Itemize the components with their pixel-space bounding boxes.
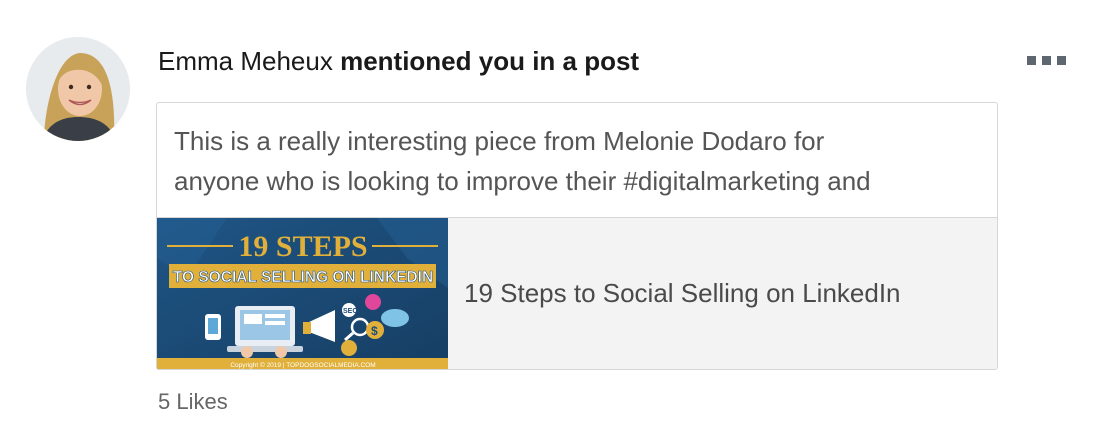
thumbnail-footer: Copyright © 2019 | TOPDOGSOCIALMEDIA.COM bbox=[230, 361, 375, 369]
more-horizontal-icon bbox=[1026, 55, 1036, 65]
more-options-button[interactable] bbox=[1018, 48, 1074, 72]
post-excerpt[interactable]: This is a really interesting piece from … bbox=[174, 121, 994, 201]
link-thumbnail: 19 STEPS TO SOCIAL SELLING ON LINKEDIN S… bbox=[157, 218, 448, 369]
article-thumbnail-image: 19 STEPS TO SOCIAL SELLING ON LINKEDIN S… bbox=[157, 218, 448, 369]
excerpt-line: This is a really interesting piece from … bbox=[174, 126, 825, 156]
shared-link-preview[interactable]: 19 STEPS TO SOCIAL SELLING ON LINKEDIN S… bbox=[157, 217, 997, 369]
profile-photo bbox=[26, 37, 130, 141]
thumbnail-headline: 19 STEPS bbox=[238, 230, 367, 263]
likes-count[interactable]: 5 Likes bbox=[158, 388, 228, 416]
notification-header: Emma Meheux mentioned you in a post bbox=[158, 44, 639, 78]
thumbnail-badge: SEO bbox=[343, 308, 358, 315]
link-title[interactable]: 19 Steps to Social Selling on LinkedIn bbox=[464, 276, 901, 310]
thumbnail-subheadline: TO SOCIAL SELLING ON LINKEDIN bbox=[173, 269, 433, 286]
excerpt-line: anyone who is looking to improve their #… bbox=[174, 166, 871, 196]
more-dot bbox=[1041, 55, 1051, 65]
avatar[interactable] bbox=[26, 37, 130, 141]
more-dot bbox=[1056, 55, 1066, 65]
actor-name[interactable]: Emma Meheux bbox=[158, 46, 333, 76]
post-preview-card[interactable]: This is a really interesting piece from … bbox=[156, 102, 998, 370]
notification-action: mentioned you in a post bbox=[340, 46, 640, 76]
svg-text:$: $ bbox=[371, 324, 378, 338]
